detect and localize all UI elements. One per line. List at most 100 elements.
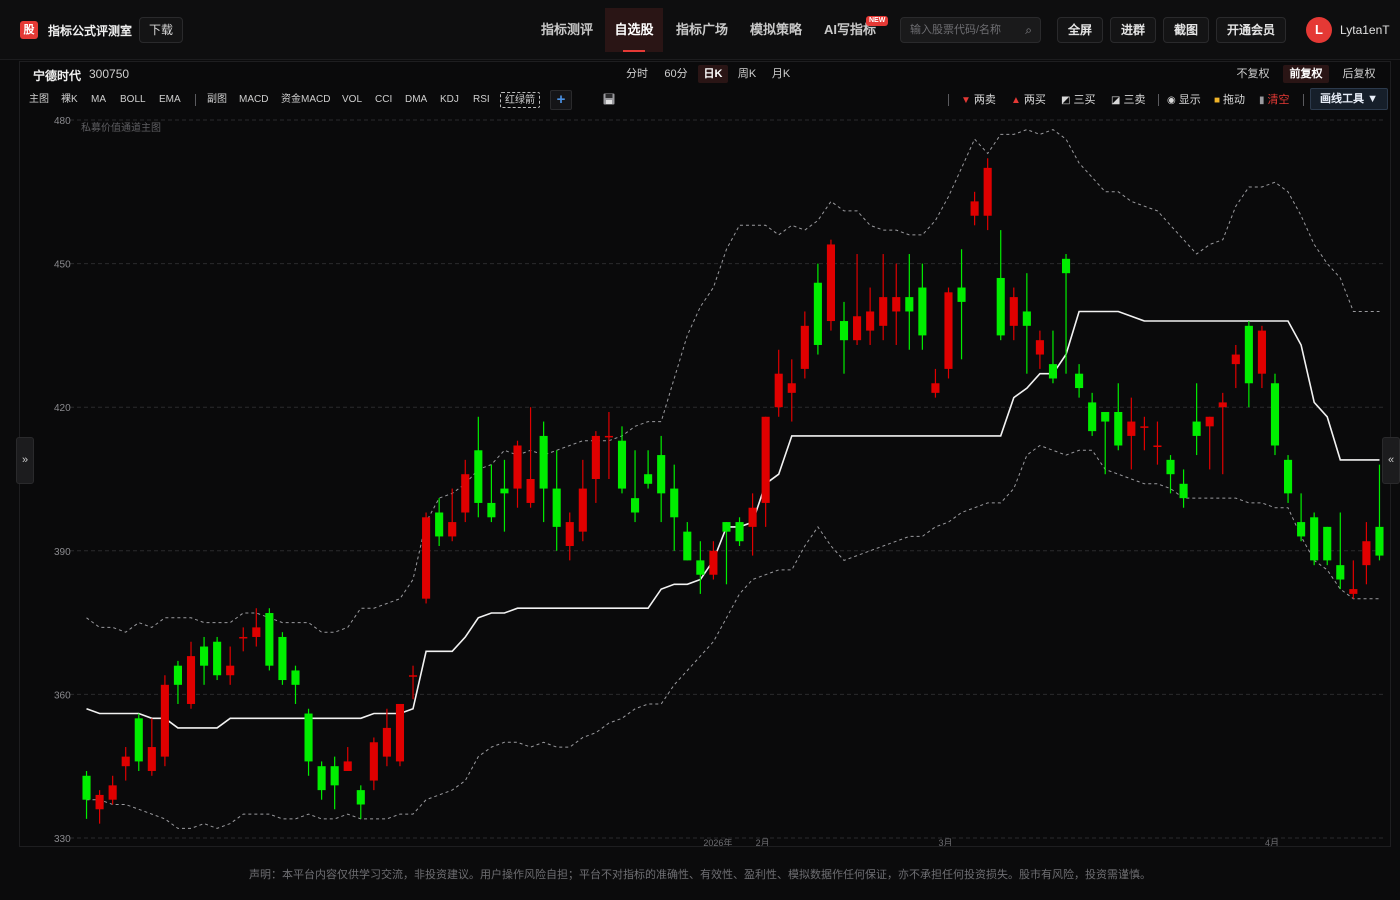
nav-tab-watchlist[interactable]: 自选股 (605, 8, 663, 52)
candle-body (1140, 426, 1149, 428)
candle-body (748, 507, 757, 527)
candle-body (905, 297, 914, 312)
candle-body (539, 435, 548, 489)
period-weekly[interactable]: 周K (733, 65, 761, 83)
indicator-main-chart[interactable]: 主图 (29, 92, 49, 108)
draw-tool-drag[interactable]: ■ 拖动 (1214, 92, 1245, 108)
candle-body (696, 560, 705, 575)
download-button[interactable]: 下载 (139, 17, 183, 43)
candle-body (604, 435, 613, 438)
candle-body (657, 455, 666, 494)
candle-body (1231, 354, 1240, 365)
x-tick-label: 2月 (756, 838, 770, 846)
candle-body (644, 474, 653, 484)
username[interactable]: Lyta1enT (1340, 23, 1390, 37)
fullscreen-button[interactable]: 全屏 (1057, 17, 1103, 43)
drawing-tools-dropdown[interactable]: 画线工具 ▼ (1310, 88, 1388, 110)
candle-body (1061, 258, 1071, 274)
overlay-indicator-label: 私募价值通道主图 (81, 121, 161, 134)
period-intraday[interactable]: 分时 (622, 65, 652, 83)
candle-body (552, 488, 561, 527)
candle-body (134, 718, 143, 762)
candle-body (422, 517, 431, 599)
membership-button[interactable]: 开通会员 (1216, 17, 1286, 43)
candle-body (1375, 526, 1384, 556)
nav-tab-indicator-plaza[interactable]: 指标广场 (666, 8, 738, 52)
nav-tab-simulated-strategy[interactable]: 模拟策略 (740, 8, 812, 52)
stock-search-box[interactable]: ⌕ (900, 17, 1041, 43)
x-tick-label: 3月 (938, 838, 952, 846)
candle-body (1153, 445, 1162, 447)
candle-body (317, 766, 326, 791)
period-60min[interactable]: 60分 (660, 65, 692, 83)
nav-tab-indicator-review[interactable]: 指标测评 (531, 8, 603, 52)
draw-tool-buy-three[interactable]: ◩ 三买 (1061, 92, 1095, 108)
candle-body (213, 641, 222, 676)
candle-body (200, 646, 209, 666)
left-panel-toggle[interactable]: » (16, 437, 34, 484)
indicator-sub-chart[interactable]: 副图 (207, 92, 227, 108)
candle-body (252, 627, 261, 637)
candle-body (1205, 416, 1214, 427)
candle-body (631, 498, 640, 513)
channel-lower-line (86, 444, 1380, 829)
adjust-forward[interactable]: 前复权 (1283, 65, 1329, 83)
candle-body (95, 794, 104, 810)
candle-body (787, 383, 796, 393)
x-tick-label: 2026年 (703, 837, 732, 846)
draw-tool-sell-two[interactable]: ▼ 两卖 (961, 92, 996, 108)
candle-body (82, 775, 91, 800)
candle-body (591, 435, 600, 479)
down-triangle-icon: ▼ (961, 95, 971, 106)
indicator-rsi[interactable]: RSI (473, 92, 490, 108)
candle-body (774, 373, 783, 408)
toolbar-separator (948, 94, 949, 106)
period-daily[interactable]: 日K (698, 65, 728, 83)
candle-body (1284, 459, 1293, 494)
draw-tool-buy-two[interactable]: ▲ 两买 (1011, 92, 1046, 108)
x-tick-label: 4月 (1265, 838, 1279, 846)
indicator-dma[interactable]: DMA (405, 92, 427, 108)
candle-body (983, 167, 992, 216)
indicator-cci[interactable]: CCI (375, 92, 392, 108)
candle-body (369, 742, 378, 781)
draw-tool-clear[interactable]: ▮ 清空 (1259, 92, 1290, 108)
save-icon[interactable] (603, 93, 615, 105)
candle-body (996, 277, 1005, 336)
eye-icon: ◉ (1167, 95, 1176, 106)
candle-body (892, 297, 901, 312)
candle-body (1362, 541, 1371, 566)
candlestick-chart[interactable]: 480 450 420 390 360 330 私募价值通道主图 2026年 2月 3月 4月 (20, 112, 1390, 846)
candle-body (265, 613, 274, 666)
join-group-button[interactable]: 进群 (1110, 17, 1156, 43)
candle-body (1323, 526, 1332, 561)
toolbar-separator (195, 94, 196, 106)
adjust-none[interactable]: 不复权 (1232, 65, 1274, 83)
indicator-macd[interactable]: MACD (239, 92, 268, 108)
indicator-fund-macd[interactable]: 资金MACD (281, 92, 330, 108)
nav-tab-ai-indicator[interactable]: AI写指标 (814, 8, 886, 52)
search-icon[interactable]: ⌕ (1025, 23, 1032, 38)
indicator-red-green-arrow[interactable]: 红绿箭 (500, 92, 540, 108)
screenshot-button[interactable]: 截图 (1163, 17, 1209, 43)
indicator-ma[interactable]: MA (91, 92, 106, 108)
right-panel-toggle[interactable]: « (1382, 437, 1400, 484)
indicator-ema[interactable]: EMA (159, 92, 181, 108)
indicator-vol[interactable]: VOL (342, 92, 362, 108)
period-monthly[interactable]: 月K (767, 65, 795, 83)
indicator-boll[interactable]: BOLL (120, 92, 146, 108)
user-avatar[interactable]: L (1306, 17, 1332, 43)
candle-body (448, 522, 457, 537)
toolbar-separator (1303, 94, 1304, 106)
up-triangle-icon: ▲ (1011, 95, 1021, 106)
candle-body (461, 474, 470, 513)
indicator-kdj[interactable]: KDJ (440, 92, 459, 108)
add-indicator-button[interactable]: + (550, 90, 572, 110)
stock-name: 宁德时代 (33, 69, 82, 83)
draw-tool-sell-three[interactable]: ◪ 三卖 (1111, 92, 1145, 108)
draw-tool-show[interactable]: ◉ 显示 (1167, 92, 1201, 108)
candle-body (304, 713, 313, 762)
adjust-backward[interactable]: 后复权 (1338, 65, 1380, 83)
stock-search-input[interactable] (910, 22, 1018, 38)
indicator-bare-k[interactable]: 裸K (61, 92, 78, 108)
